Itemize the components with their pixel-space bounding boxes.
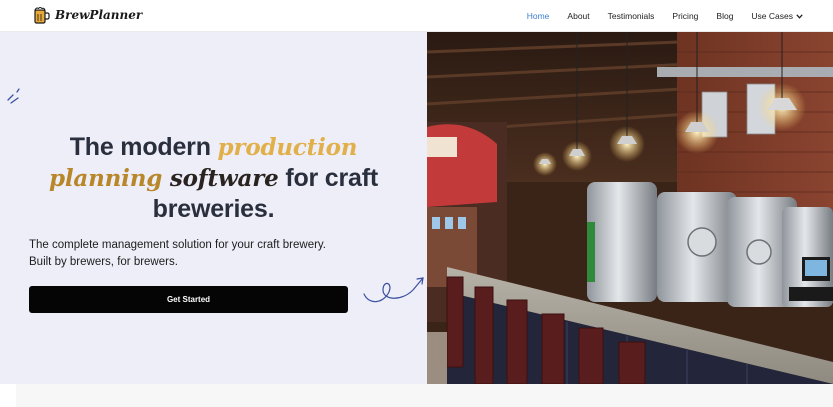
hero-section: The modern production planning software … xyxy=(0,32,427,384)
headline-highlight-planning: planning xyxy=(49,165,170,192)
hero-subtext-line-2: Built by brewers, for brewers. xyxy=(29,256,178,268)
nav-item-pricing[interactable]: Pricing xyxy=(672,11,698,21)
brewery-interior-photo xyxy=(427,32,833,384)
brand-name: BrewPlanner xyxy=(55,8,143,22)
chevron-down-icon xyxy=(796,13,803,19)
nav-item-about[interactable]: About xyxy=(567,11,589,21)
hero-subtext: The complete management solution for you… xyxy=(29,237,399,271)
brand-logo[interactable]: BrewPlanner xyxy=(34,6,142,24)
nav-item-use-cases-label: Use Cases xyxy=(751,11,793,21)
nav-item-testimonials[interactable]: Testimonials xyxy=(608,11,655,21)
get-started-button[interactable]: Get Started xyxy=(29,286,348,313)
nav-item-home[interactable]: Home xyxy=(527,11,550,21)
nav-item-use-cases[interactable]: Use Cases xyxy=(751,11,803,21)
headline-highlight-production: production xyxy=(217,134,358,161)
beer-mug-icon xyxy=(34,7,50,24)
nav-menu: Home About Testimonials Pricing Blog Use… xyxy=(509,0,803,32)
sparkle-decoration-icon xyxy=(7,88,20,104)
next-section-card xyxy=(16,384,833,407)
headline-part-1: The modern xyxy=(69,133,218,161)
headline-highlight-software: software xyxy=(169,165,279,192)
top-navbar: BrewPlanner Home About Testimonials Pric… xyxy=(0,0,833,32)
curly-arrow-icon xyxy=(363,277,424,303)
hero-subtext-line-1: The complete management solution for you… xyxy=(29,239,327,251)
hero-headline: The modern production planning software … xyxy=(20,132,407,225)
nav-item-blog[interactable]: Blog xyxy=(716,11,733,21)
